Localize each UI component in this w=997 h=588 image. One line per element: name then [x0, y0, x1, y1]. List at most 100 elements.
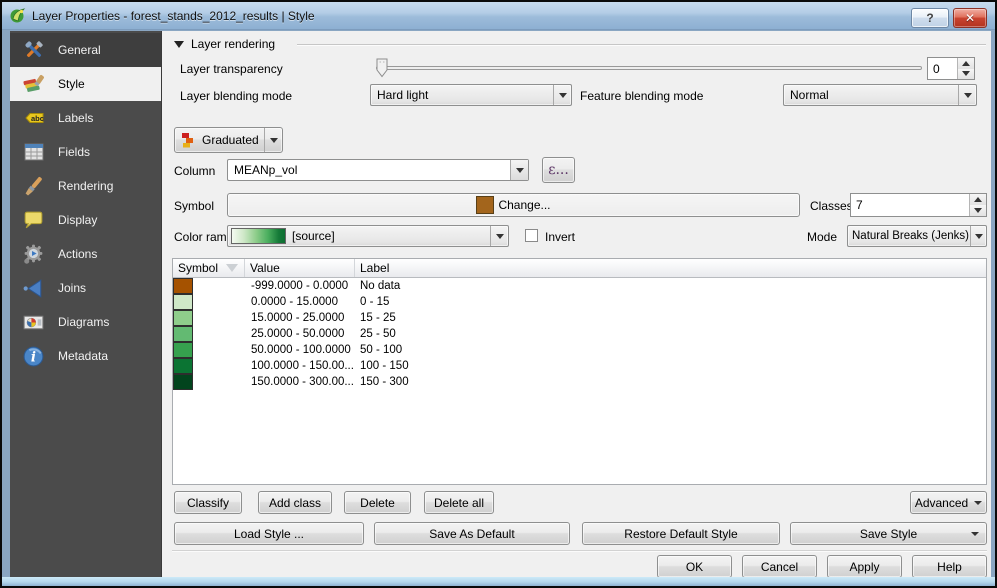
sidebar-item-labels[interactable]: abc Labels	[10, 101, 161, 135]
titlebar-help-button[interactable]: ?	[911, 8, 949, 28]
color-ramp-label: Color ramp	[174, 230, 233, 244]
class-color-swatch[interactable]	[173, 326, 193, 342]
classes-table[interactable]: Symbol Value Label -999.0000 - 0.0000 No…	[172, 258, 987, 485]
color-ramp-value: [source]	[286, 229, 490, 243]
expression-builder-button[interactable]: ε...	[542, 157, 575, 183]
transparency-value: 0	[928, 58, 957, 79]
window-frame-bottom	[2, 577, 995, 586]
feature-blending-label: Feature blending mode	[580, 89, 703, 103]
class-color-swatch[interactable]	[173, 294, 193, 310]
mode-combo[interactable]: Natural Breaks (Jenks)	[847, 225, 987, 247]
class-color-swatch[interactable]	[173, 358, 193, 374]
change-button-label: Change...	[498, 198, 550, 212]
sidebar-item-label: Joins	[58, 281, 86, 295]
column-header-label[interactable]: Label	[355, 259, 986, 277]
class-label: 25 - 50	[355, 328, 986, 340]
delete-button[interactable]: Delete	[344, 491, 411, 514]
table-row[interactable]: -999.0000 - 0.0000 No data	[173, 278, 986, 294]
slider-handle[interactable]	[376, 58, 388, 81]
column-header-value[interactable]: Value	[245, 259, 355, 277]
class-color-swatch[interactable]	[173, 374, 193, 390]
slider-track[interactable]	[376, 66, 922, 70]
class-label: No data	[355, 280, 986, 292]
display-icon	[20, 207, 47, 234]
table-row[interactable]: 25.0000 - 50.0000 25 - 50	[173, 326, 986, 342]
apply-button[interactable]: Apply	[827, 555, 902, 578]
sidebar-item-rendering[interactable]: Rendering	[10, 169, 161, 203]
spin-up-icon[interactable]	[970, 194, 986, 205]
renderer-type-button[interactable]: Graduated	[174, 127, 283, 153]
class-label: 150 - 300	[355, 376, 986, 388]
table-row[interactable]: 50.0000 - 100.0000 50 - 100	[173, 342, 986, 358]
table-row[interactable]: 15.0000 - 25.0000 15 - 25	[173, 310, 986, 326]
layer-transparency-slider[interactable]	[376, 58, 922, 78]
sidebar-item-display[interactable]: Display	[10, 203, 161, 237]
ok-button[interactable]: OK	[657, 555, 732, 578]
layer-transparency-label: Layer transparency	[180, 62, 283, 76]
sidebar-item-label: Labels	[58, 111, 93, 125]
sidebar-item-label: General	[58, 43, 101, 57]
save-as-default-button[interactable]: Save As Default	[374, 522, 570, 545]
joins-icon	[20, 275, 47, 302]
table-row[interactable]: 150.0000 - 300.00... 150 - 300	[173, 374, 986, 390]
column-combo[interactable]: MEANp_vol	[227, 159, 529, 181]
class-value: 0.0000 - 15.0000	[245, 296, 355, 308]
sidebar-item-general[interactable]: General	[10, 33, 161, 67]
chevron-down-icon	[496, 234, 504, 239]
class-color-swatch[interactable]	[173, 342, 193, 358]
metadata-icon: i	[20, 343, 47, 370]
symbol-color-swatch	[476, 196, 494, 214]
qgis-logo-icon	[9, 7, 26, 24]
sidebar-item-fields[interactable]: Fields	[10, 135, 161, 169]
sidebar-item-actions[interactable]: Actions	[10, 237, 161, 271]
close-icon[interactable]: ✕	[953, 8, 987, 28]
title-bar[interactable]: Layer Properties - forest_stands_2012_re…	[2, 2, 995, 30]
add-class-button[interactable]: Add class	[258, 491, 332, 514]
class-label: 50 - 100	[355, 344, 986, 356]
chevron-down-icon	[975, 234, 983, 239]
delete-all-button[interactable]: Delete all	[424, 491, 494, 514]
class-value: 15.0000 - 25.0000	[245, 312, 355, 324]
invert-checkbox[interactable]	[525, 229, 538, 242]
classes-table-header: Symbol Value Label	[173, 259, 986, 278]
feature-blending-combo[interactable]: Normal	[783, 84, 977, 106]
sidebar-item-label: Actions	[58, 247, 97, 261]
column-header-symbol[interactable]: Symbol	[173, 259, 245, 277]
classes-spinbox[interactable]: 7	[850, 193, 987, 217]
cancel-button[interactable]: Cancel	[742, 555, 817, 578]
sort-indicator-icon	[226, 264, 238, 272]
sidebar-item-joins[interactable]: Joins	[10, 271, 161, 305]
layer-rendering-group[interactable]: Layer rendering	[174, 37, 275, 51]
load-style-button[interactable]: Load Style ...	[174, 522, 364, 545]
sidebar-item-metadata[interactable]: i Metadata	[10, 339, 161, 373]
dialog-body: General Style	[10, 31, 991, 578]
layer-blending-combo[interactable]: Hard light	[370, 84, 572, 106]
sidebar-item-label: Style	[58, 77, 85, 91]
advanced-button[interactable]: Advanced	[910, 491, 987, 514]
table-row[interactable]: 0.0000 - 15.0000 0 - 15	[173, 294, 986, 310]
sidebar-item-diagrams[interactable]: Diagrams	[10, 305, 161, 339]
invert-label: Invert	[545, 230, 575, 244]
collapse-triangle-icon	[174, 41, 184, 48]
symbol-change-button[interactable]: Change...	[227, 193, 800, 217]
chevron-down-icon	[974, 501, 982, 505]
fields-icon	[20, 139, 47, 166]
spin-down-icon[interactable]	[958, 69, 974, 80]
class-label: 0 - 15	[355, 296, 986, 308]
class-value: 50.0000 - 100.0000	[245, 344, 355, 356]
classify-button[interactable]: Classify	[174, 491, 242, 514]
color-ramp-combo[interactable]: [source]	[227, 225, 509, 247]
restore-default-style-button[interactable]: Restore Default Style	[582, 522, 780, 545]
save-style-button[interactable]: Save Style	[790, 522, 987, 545]
help-button[interactable]: Help	[912, 555, 987, 578]
column-label: Column	[174, 164, 215, 178]
sidebar-item-label: Rendering	[58, 179, 113, 193]
class-color-swatch[interactable]	[173, 310, 193, 326]
table-row[interactable]: 100.0000 - 150.00... 100 - 150	[173, 358, 986, 374]
transparency-spinbox[interactable]: 0	[927, 57, 975, 80]
spin-down-icon[interactable]	[970, 205, 986, 216]
sidebar-item-style[interactable]: Style	[10, 67, 161, 101]
spin-up-icon[interactable]	[958, 58, 974, 69]
layer-properties-window: Layer Properties - forest_stands_2012_re…	[0, 0, 997, 588]
class-color-swatch[interactable]	[173, 278, 193, 294]
